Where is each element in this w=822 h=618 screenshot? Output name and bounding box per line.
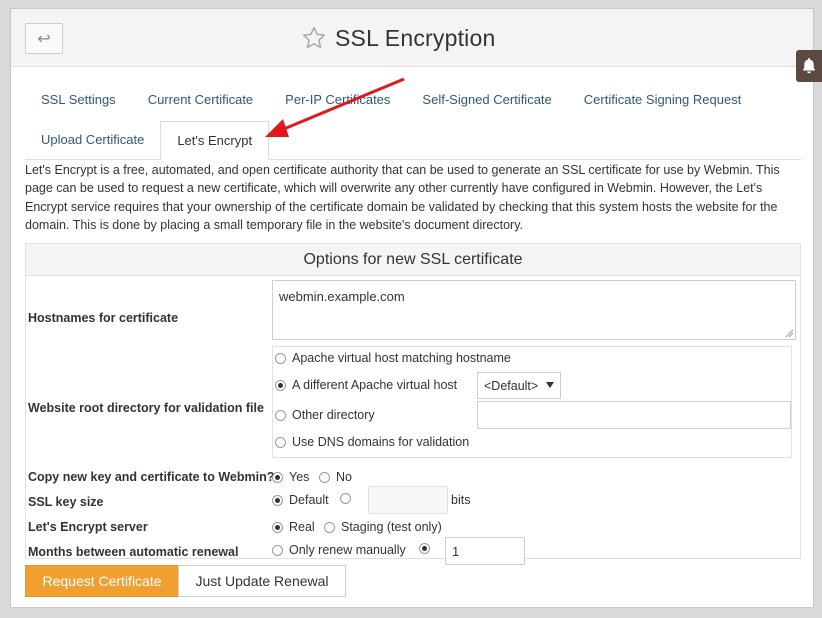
hostnames-label: Hostnames for certificate <box>28 311 179 325</box>
renewal-months-radio[interactable] <box>419 543 430 554</box>
key-size-default-radio[interactable] <box>272 494 283 506</box>
webroot-other-dir-option[interactable]: Other directory <box>275 408 375 422</box>
copy-key-yes-option[interactable]: Yes <box>272 470 309 484</box>
main-panel: ↩ SSL Encryption SSL Settings Current Ce… <box>10 8 814 608</box>
title-area: SSL Encryption <box>301 23 495 53</box>
server-real-option[interactable]: Real <box>272 520 315 534</box>
hostnames-value: webmin.example.com <box>279 289 405 304</box>
tab-upload-certificate[interactable]: Upload Certificate <box>25 121 160 159</box>
just-update-renewal-button[interactable]: Just Update Renewal <box>178 565 346 597</box>
tab-lets-encrypt[interactable]: Let's Encrypt <box>160 121 270 160</box>
tab-ssl-settings[interactable]: SSL Settings <box>25 81 132 119</box>
vhost-select[interactable]: <Default> <box>477 372 561 399</box>
other-dir-input[interactable] <box>477 401 791 429</box>
webroot-apache-other-radio[interactable] <box>275 379 286 391</box>
tabs-row-2: Upload Certificate Let's Encrypt <box>25 121 270 160</box>
return-arrow-icon: ↩ <box>37 30 51 48</box>
webroot-apache-other-label: A different Apache virtual host <box>292 378 458 392</box>
webroot-other-dir-label: Other directory <box>292 408 375 422</box>
key-size-custom-option[interactable] <box>340 493 357 504</box>
server-real-radio[interactable] <box>272 521 283 533</box>
webroot-apache-match-radio[interactable] <box>275 352 286 364</box>
resize-grip-icon[interactable] <box>784 328 794 338</box>
notification-tab[interactable] <box>796 50 822 82</box>
options-section-title: Options for new SSL certificate <box>26 244 800 276</box>
description-text: Let's Encrypt is a free, automated, and … <box>25 163 780 233</box>
renewal-months-option[interactable] <box>419 543 436 554</box>
copy-key-no-radio[interactable] <box>319 471 330 483</box>
webroot-dns-radio[interactable] <box>275 436 286 448</box>
options-section: Options for new SSL certificate Hostname… <box>25 243 801 565</box>
key-size-custom-radio[interactable] <box>340 493 351 504</box>
copy-key-yes-radio[interactable] <box>272 471 283 483</box>
renewal-manual-option[interactable]: Only renew manually <box>272 543 406 557</box>
key-size-unit: bits <box>451 493 471 507</box>
key-size-default-label: Default <box>289 493 329 507</box>
request-certificate-button[interactable]: Request Certificate <box>25 565 179 597</box>
server-staging-radio[interactable] <box>324 521 335 533</box>
page-title: SSL Encryption <box>335 24 496 51</box>
server-real-label: Real <box>289 520 315 534</box>
webroot-apache-other-option[interactable]: A different Apache virtual host <box>275 378 457 392</box>
key-size-input[interactable] <box>368 486 448 514</box>
webroot-dns-label: Use DNS domains for validation <box>292 435 470 449</box>
webroot-apache-match-label: Apache virtual host matching hostname <box>292 351 511 365</box>
page-header: ↩ SSL Encryption <box>11 9 813 67</box>
star-icon[interactable] <box>301 25 327 51</box>
hostnames-textarea[interactable]: webmin.example.com <box>272 280 796 340</box>
copy-key-label: Copy new key and certificate to Webmin? <box>28 470 275 484</box>
copy-key-no-label: No <box>336 470 352 484</box>
chevron-down-icon <box>546 382 554 388</box>
tab-divider <box>25 159 801 160</box>
renewal-label: Months between automatic renewal <box>28 545 239 559</box>
server-label: Let's Encrypt server <box>28 520 148 534</box>
vhost-select-value: <Default> <box>484 378 539 393</box>
webroot-apache-match-option[interactable]: Apache virtual host matching hostname <box>275 351 511 365</box>
bell-icon <box>803 58 815 74</box>
tab-self-signed-certificate[interactable]: Self-Signed Certificate <box>406 81 567 119</box>
back-button[interactable]: ↩ <box>25 23 63 54</box>
renewal-manual-label: Only renew manually <box>289 543 406 557</box>
webroot-options: Apache virtual host matching hostname A … <box>272 346 792 458</box>
renewal-manual-radio[interactable] <box>272 544 283 556</box>
tab-certificate-signing-request[interactable]: Certificate Signing Request <box>568 81 758 119</box>
webroot-other-dir-radio[interactable] <box>275 409 286 421</box>
annotation-arrow <box>265 77 405 137</box>
copy-key-no-option[interactable]: No <box>319 470 352 484</box>
tab-current-certificate[interactable]: Current Certificate <box>132 81 269 119</box>
copy-key-yes-label: Yes <box>289 470 310 484</box>
renewal-months-input[interactable]: 1 <box>445 537 525 565</box>
server-staging-label: Staging (test only) <box>341 520 442 534</box>
key-size-label: SSL key size <box>28 495 104 509</box>
webroot-label: Website root directory for validation fi… <box>28 401 264 415</box>
server-staging-option[interactable]: Staging (test only) <box>324 520 442 534</box>
webroot-dns-option[interactable]: Use DNS domains for validation <box>275 435 469 449</box>
key-size-default-option[interactable]: Default <box>272 493 329 507</box>
